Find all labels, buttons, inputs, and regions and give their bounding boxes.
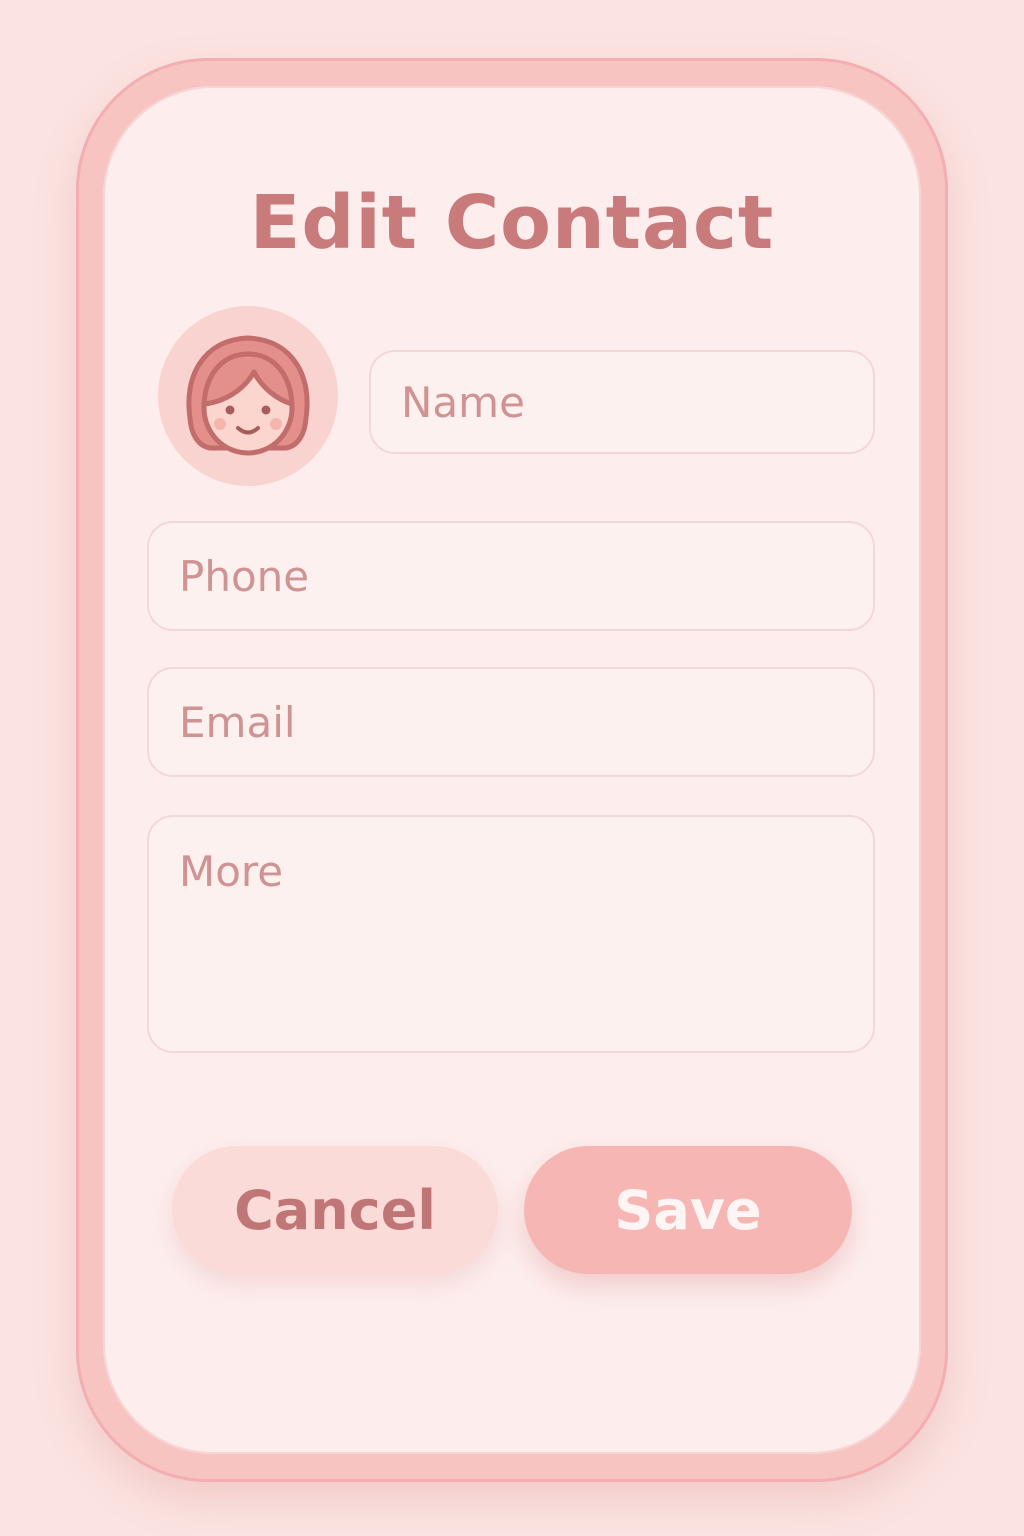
cancel-button[interactable]: Cancel: [172, 1146, 498, 1274]
edit-contact-screen: Edit Contact Name Phone Email More Cance…: [103, 86, 921, 1454]
phone-placeholder: Phone: [179, 551, 310, 601]
more-placeholder: More: [179, 847, 284, 896]
page-title: Edit Contact: [249, 180, 775, 266]
phone-field[interactable]: Phone: [147, 521, 875, 631]
girl-avatar-icon: [186, 335, 310, 456]
email-field[interactable]: Email: [147, 667, 875, 777]
more-textarea[interactable]: More: [147, 815, 875, 1053]
save-button[interactable]: Save: [524, 1146, 852, 1274]
name-placeholder: Name: [401, 377, 525, 427]
save-button-label: Save: [614, 1178, 762, 1242]
cancel-button-label: Cancel: [234, 1178, 436, 1242]
name-field[interactable]: Name: [369, 350, 875, 454]
contact-avatar[interactable]: [158, 306, 338, 486]
email-placeholder: Email: [179, 697, 296, 747]
